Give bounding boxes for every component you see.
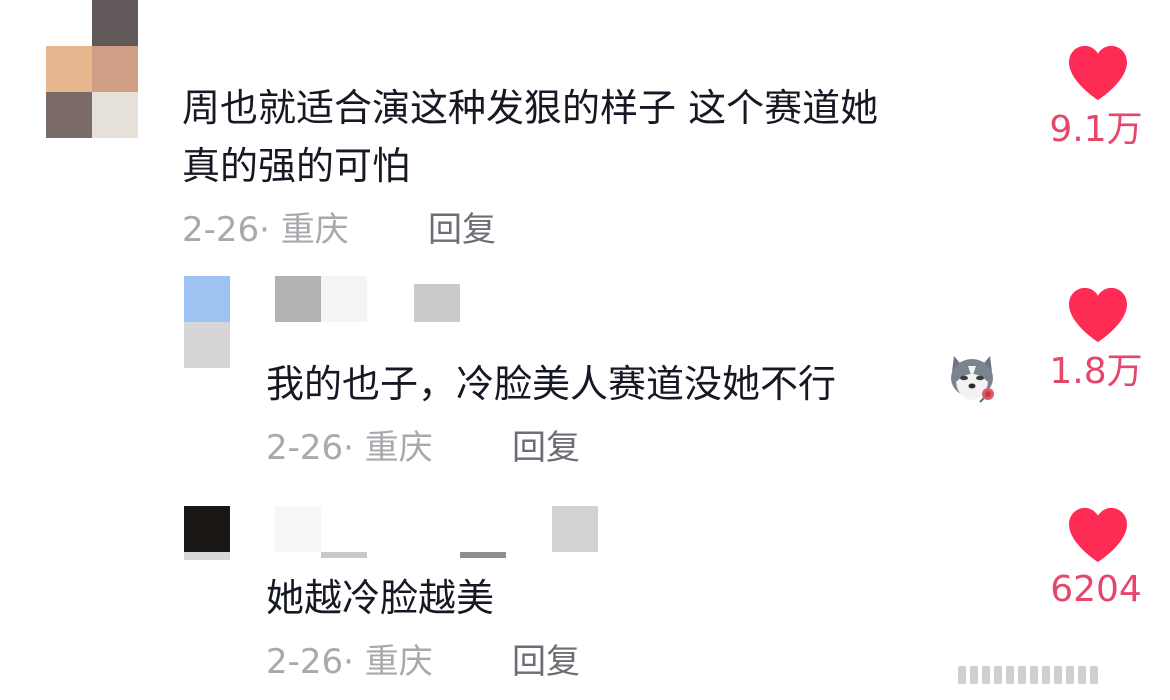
husky-with-rose-icon bbox=[951, 356, 994, 403]
comment-text: 她越冷脸越美 bbox=[266, 576, 495, 620]
like-heart-icon[interactable] bbox=[1067, 44, 1129, 102]
like-count: 1.8万 bbox=[1049, 351, 1143, 392]
watermark-logo bbox=[958, 666, 1098, 684]
like-count: 9.1万 bbox=[1049, 109, 1143, 150]
like-heart-icon[interactable] bbox=[1067, 286, 1129, 344]
comment-text-line-2: 真的强的可怕 bbox=[182, 144, 411, 188]
comment-text: 我的也子，冷脸美人赛道没她不行 bbox=[266, 362, 837, 406]
reply-button[interactable]: 回复 bbox=[512, 642, 580, 682]
like-heart-icon[interactable] bbox=[1067, 506, 1129, 564]
like-count: 6204 bbox=[1050, 569, 1142, 610]
reply-button[interactable]: 回复 bbox=[428, 210, 496, 250]
comment-text-line-1: 周也就适合演这种发狠的样子 这个赛道她 bbox=[182, 86, 879, 130]
comment-meta: 2-26· 重庆 bbox=[266, 428, 433, 468]
reply-button[interactable]: 回复 bbox=[512, 428, 580, 468]
comment-meta: 2-26· 重庆 bbox=[266, 642, 433, 682]
comment-meta: 2-26· 重庆 bbox=[182, 210, 349, 250]
